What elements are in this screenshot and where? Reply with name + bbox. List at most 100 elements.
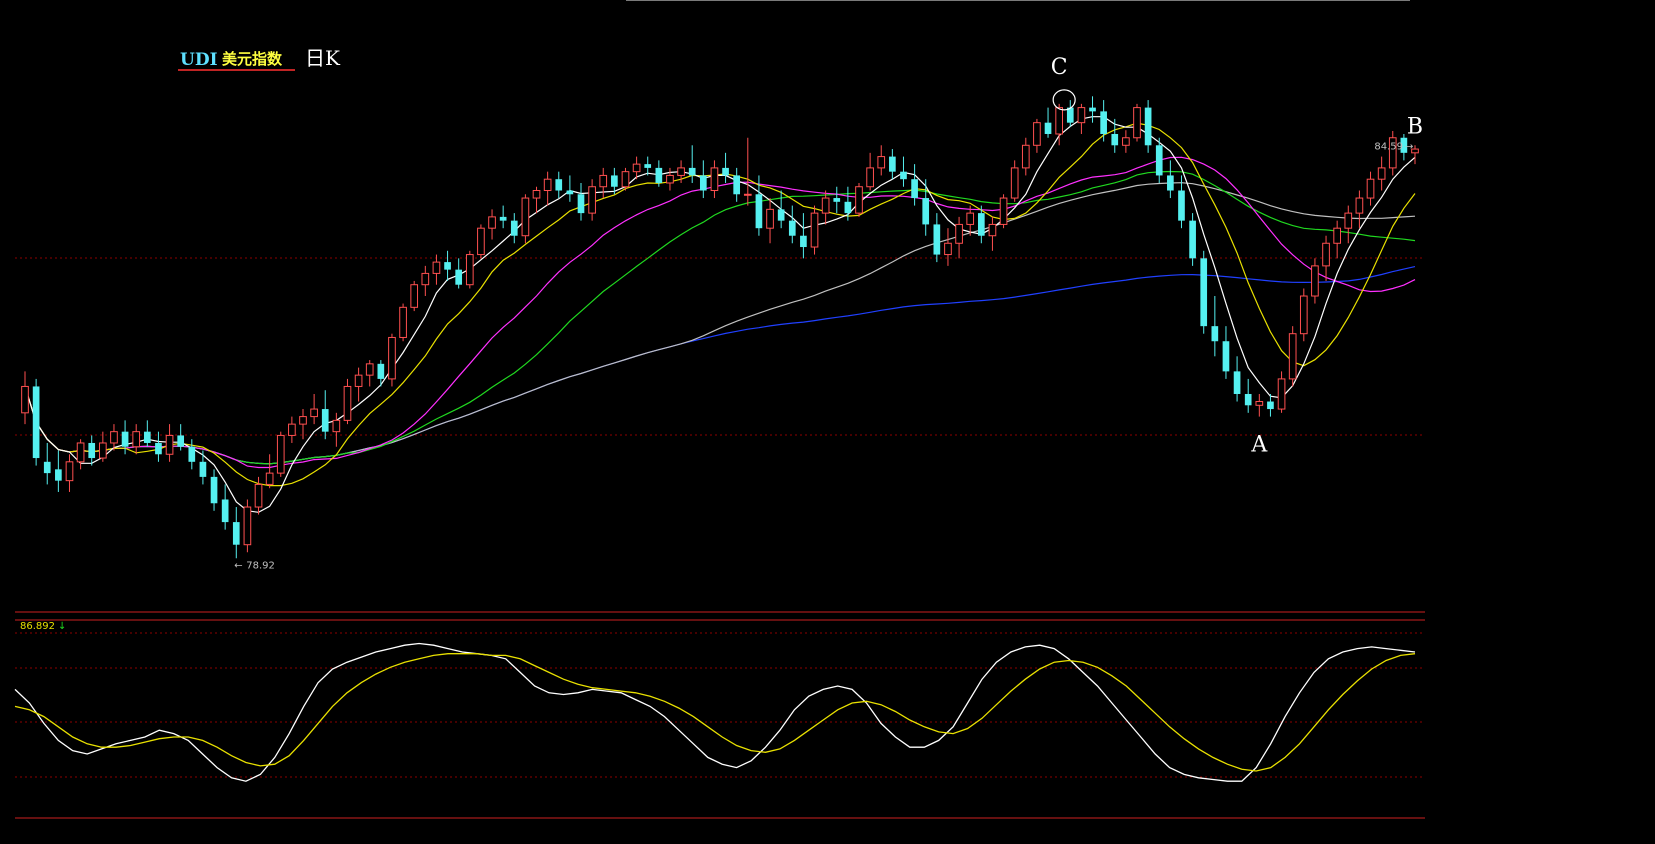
- candle-body-down: [833, 198, 841, 202]
- candle-body-up: [988, 223, 997, 237]
- candle-body-up: [276, 434, 285, 474]
- candle-body-down: [1111, 133, 1119, 146]
- candle-body-up: [944, 242, 952, 256]
- candle-body-down: [510, 220, 518, 236]
- candle-body-up: [743, 193, 752, 196]
- candlestick: [32, 378, 40, 466]
- candle-body-up: [165, 434, 174, 455]
- min-price-arrow: ←: [234, 560, 242, 571]
- candle-body-down: [55, 469, 62, 481]
- candle-body-up: [343, 385, 352, 421]
- candle-body-up: [310, 408, 318, 418]
- candle-body-up: [432, 261, 441, 274]
- candle-body-up: [1333, 227, 1341, 244]
- candle-body-down: [922, 198, 930, 225]
- candle-body-down: [1222, 341, 1230, 372]
- candle-body-down: [377, 363, 385, 379]
- candle-body-down: [1233, 371, 1241, 394]
- candle-body-down: [889, 156, 896, 172]
- candle-body-up: [110, 431, 118, 444]
- candle-body-up: [1366, 178, 1375, 199]
- candle-body-up: [421, 272, 430, 286]
- title-symbol: UDI: [180, 50, 218, 70]
- chart-canvas: UDI 美元指数 日K C B A 84.59 → ← 78.92 86.892…: [0, 0, 1655, 844]
- candle-body-up: [1010, 167, 1019, 199]
- oscillator-value-label: 86.892: [20, 621, 55, 632]
- candle-body-up: [1355, 197, 1364, 214]
- candle-body-down: [221, 499, 229, 523]
- candle-body-down: [900, 171, 907, 180]
- candle-body-down: [32, 386, 40, 459]
- candlestick: [810, 205, 819, 255]
- candle-body-up: [299, 416, 307, 425]
- candle-body-up: [710, 167, 719, 192]
- candle-body-up: [588, 186, 596, 214]
- candlestick: [477, 224, 485, 259]
- candle-body-up: [477, 227, 485, 256]
- candle-body-up: [1377, 167, 1386, 180]
- candle-body-up: [1311, 265, 1319, 297]
- candle-body-down: [199, 461, 207, 477]
- candlestick: [1299, 288, 1308, 342]
- candle-body-down: [188, 446, 196, 462]
- candle-body-down: [43, 461, 51, 474]
- candle-body-up: [399, 306, 407, 338]
- candle-body-down: [1211, 326, 1219, 342]
- min-price-label: 78.92: [246, 560, 275, 571]
- candle-body-down: [143, 431, 151, 443]
- candle-body-down: [321, 409, 329, 432]
- candlestick: [1189, 213, 1196, 266]
- candle-body-up: [410, 284, 419, 308]
- candle-body-up: [1299, 295, 1308, 335]
- point-label-a: A: [1250, 433, 1268, 458]
- candle-body-up: [488, 216, 496, 229]
- candle-body-down: [800, 235, 807, 248]
- candle-body-up: [666, 174, 674, 184]
- candle-body-up: [21, 385, 29, 414]
- candle-body-up: [1033, 122, 1041, 146]
- candle-body-down: [155, 442, 162, 455]
- candle-body-up: [532, 190, 541, 199]
- candle-body-down: [1244, 393, 1252, 406]
- max-price-arrow: →: [1405, 141, 1413, 152]
- candle-body-down: [733, 175, 741, 195]
- candle-body-up: [821, 197, 830, 214]
- candle-body-up: [955, 223, 963, 244]
- point-label-b: B: [1407, 114, 1423, 139]
- candle-body-up: [1277, 378, 1286, 410]
- candle-body-down: [1267, 401, 1274, 410]
- candlestick: [999, 194, 1008, 229]
- candle-body-up: [1288, 333, 1297, 380]
- candle-body-down: [688, 167, 696, 176]
- candle-body-up: [999, 197, 1008, 225]
- candle-body-down: [844, 201, 852, 214]
- candle-body-up: [877, 156, 886, 169]
- candle-body-up: [1255, 401, 1264, 406]
- candle-body-up: [521, 197, 530, 237]
- candle-body-up: [677, 167, 685, 176]
- candle-body-down: [722, 167, 729, 176]
- candle-body-up: [65, 461, 74, 482]
- candle-body-up: [1322, 242, 1330, 267]
- candle-body-up: [621, 171, 630, 188]
- candlestick: [465, 250, 474, 289]
- candle-body-up: [966, 212, 975, 225]
- candle-body-down: [755, 194, 763, 229]
- candlestick: [276, 431, 285, 477]
- candle-body-down: [911, 179, 918, 199]
- candle-body-down: [555, 179, 563, 191]
- candle-body-up: [866, 167, 874, 188]
- title-name: 美元指数: [222, 50, 283, 68]
- candlestick: [399, 303, 407, 342]
- candle-body-down: [788, 220, 796, 236]
- candle-body-up: [1077, 107, 1086, 124]
- candle-body-up: [254, 483, 263, 508]
- candlestick: [243, 499, 252, 553]
- candle-body-down: [1200, 258, 1208, 327]
- candle-body-up: [76, 442, 85, 463]
- candle-body-down: [644, 164, 652, 168]
- candle-body-up: [354, 374, 363, 387]
- candle-body-down: [210, 476, 218, 504]
- candle-body-up: [1055, 107, 1063, 135]
- candle-body-down: [1155, 145, 1163, 176]
